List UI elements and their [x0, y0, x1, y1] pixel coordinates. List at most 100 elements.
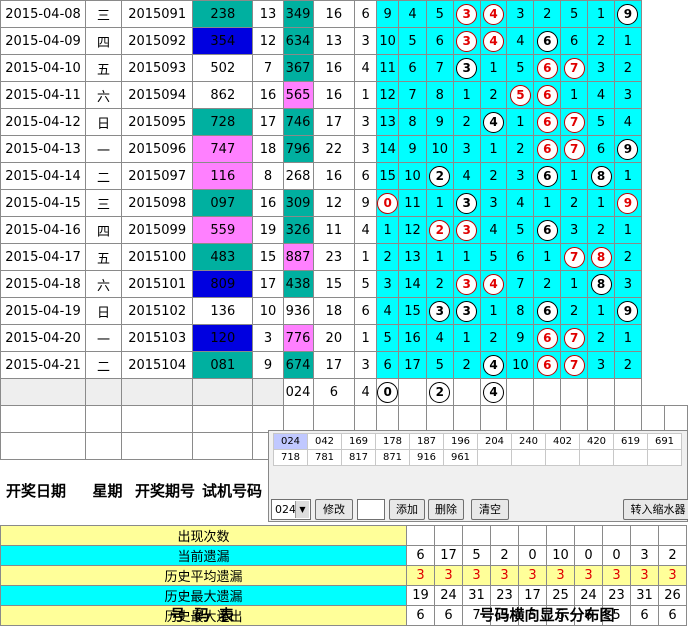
candidate-cell[interactable]: 781: [307, 449, 342, 466]
candidate-cell[interactable]: 240: [511, 433, 546, 450]
distribution-cell: 5: [425, 351, 454, 379]
distribution-cell: 1: [613, 162, 642, 190]
distribution-cell: 4: [613, 108, 642, 136]
blank-cell: [121, 378, 194, 406]
trial-number-cell: 081: [192, 351, 254, 379]
period-cell: 2015091: [121, 0, 194, 28]
number-ball: 3: [429, 300, 451, 322]
distribution-cell: 2: [452, 108, 481, 136]
distribution-cell: 7: [560, 108, 589, 136]
number-ball: 7: [563, 354, 585, 376]
candidate-cell[interactable]: [579, 449, 614, 466]
blank-cell: [121, 405, 194, 433]
distribution-cell: 6: [533, 216, 562, 244]
blank-cell: [85, 378, 123, 406]
clear-button[interactable]: 清空: [471, 499, 509, 520]
number-select[interactable]: 024 ▼: [271, 499, 311, 520]
add-button[interactable]: 添加: [389, 499, 425, 520]
distribution-cell: 1: [613, 324, 642, 352]
number-ball: 4: [483, 381, 505, 403]
distribution-cell: 6: [533, 324, 562, 352]
summary-ball-cell: [506, 378, 535, 406]
footer-number-table-label: 号 码 表: [170, 606, 236, 624]
date-cell: 2015-04-15: [0, 189, 87, 217]
draw-number-cell: 565: [282, 81, 314, 109]
span-cell: 1: [354, 324, 378, 352]
candidate-cell[interactable]: 402: [545, 433, 580, 450]
candidate-cell[interactable]: 619: [613, 433, 648, 450]
summary-ball-cell: [533, 378, 562, 406]
distribution-cell: 1: [560, 162, 589, 190]
span-cell: 9: [354, 189, 378, 217]
candidate-cell[interactable]: 169: [341, 433, 376, 450]
stats-value: 10: [546, 545, 575, 566]
summary-ball-cell: [452, 378, 481, 406]
distribution-cell: 3: [452, 216, 481, 244]
candidate-cell[interactable]: 817: [341, 449, 376, 466]
number-ball: 7: [563, 246, 585, 268]
weekday-cell: 四: [85, 216, 123, 244]
candidate-cell[interactable]: 196: [443, 433, 478, 450]
number-input[interactable]: [357, 499, 385, 520]
blank-cell: [0, 405, 87, 433]
trial-number-cell: 559: [192, 216, 254, 244]
distribution-cell: 3: [425, 297, 454, 325]
distribution-cell: 3: [452, 54, 481, 82]
distribution-cell: 5: [479, 243, 508, 271]
distribution-cell: 7: [560, 351, 589, 379]
candidate-cell[interactable]: 187: [409, 433, 444, 450]
table-row: 2015-04-16 四 2015099 559 19 326 11 4 1 12 2 3 4 5 6 3 2 1: [0, 216, 688, 244]
distribution-cell: 2: [479, 324, 508, 352]
distribution-cell: 3: [479, 189, 508, 217]
span-cell: 6: [354, 162, 378, 190]
candidate-row: 024 042 169 178 187 196 204 240 402 420 619 691: [273, 433, 682, 450]
candidate-cell[interactable]: 420: [579, 433, 614, 450]
stats-label: 出现次数: [0, 525, 407, 546]
candidate-cell[interactable]: 042: [307, 433, 342, 450]
candidate-cell[interactable]: 961: [443, 449, 478, 466]
summary-row: 024 6 4 0 2 4: [0, 378, 688, 406]
draw-sum-cell: 17: [312, 108, 356, 136]
transfer-to-reducer-button[interactable]: 转入缩水器: [623, 499, 688, 520]
draw-number-cell: 776: [282, 324, 314, 352]
distribution-cell: 4: [479, 270, 508, 298]
candidate-cell[interactable]: 871: [375, 449, 410, 466]
trial-sum-cell: 8: [252, 162, 284, 190]
date-cell: 2015-04-09: [0, 27, 87, 55]
distribution-cell: 4: [398, 0, 427, 28]
distribution-cell: 4: [479, 0, 508, 28]
summary-span-cell: 4: [354, 378, 378, 406]
number-ball: 3: [456, 30, 478, 52]
modify-button[interactable]: 修改: [315, 499, 353, 520]
blank-cell: [282, 405, 314, 433]
distribution-cell: 2: [479, 81, 508, 109]
candidate-cell[interactable]: 718: [273, 449, 308, 466]
candidate-cell[interactable]: 916: [409, 449, 444, 466]
stats-row: 出现次数: [0, 525, 687, 546]
candidate-cell[interactable]: [511, 449, 546, 466]
candidate-cell[interactable]: 204: [477, 433, 512, 450]
table-row: 2015-04-19 日 2015102 136 10 936 18 6 4 15 3 3 1 8 6 2 1 9: [0, 297, 688, 325]
distribution-cell: 5: [398, 27, 427, 55]
delete-button[interactable]: 删除: [428, 499, 464, 520]
date-cell: 2015-04-20: [0, 324, 87, 352]
candidate-cell[interactable]: [477, 449, 512, 466]
table-row: 2015-04-18 六 2015101 809 17 438 15 5 3 14 2 3 4 7 2 1 8 3: [0, 270, 688, 298]
stats-value: 3: [434, 565, 463, 586]
candidate-cell[interactable]: [647, 449, 682, 466]
distribution-cell: 1: [452, 81, 481, 109]
candidate-cell[interactable]: 024: [273, 433, 308, 450]
candidate-cell[interactable]: [613, 449, 648, 466]
number-ball: 6: [536, 111, 558, 133]
weekday-cell: 日: [85, 297, 123, 325]
candidate-cell[interactable]: [545, 449, 580, 466]
distribution-cell: 2: [560, 297, 589, 325]
number-ball: 6: [536, 57, 558, 79]
date-cell: 2015-04-12: [0, 108, 87, 136]
stats-value: 3: [406, 565, 435, 586]
candidate-cell[interactable]: 691: [647, 433, 682, 450]
distribution-cell: 1: [376, 216, 400, 244]
candidate-cell[interactable]: 178: [375, 433, 410, 450]
blank-cell: [425, 405, 454, 433]
trial-sum-cell: 19: [252, 216, 284, 244]
